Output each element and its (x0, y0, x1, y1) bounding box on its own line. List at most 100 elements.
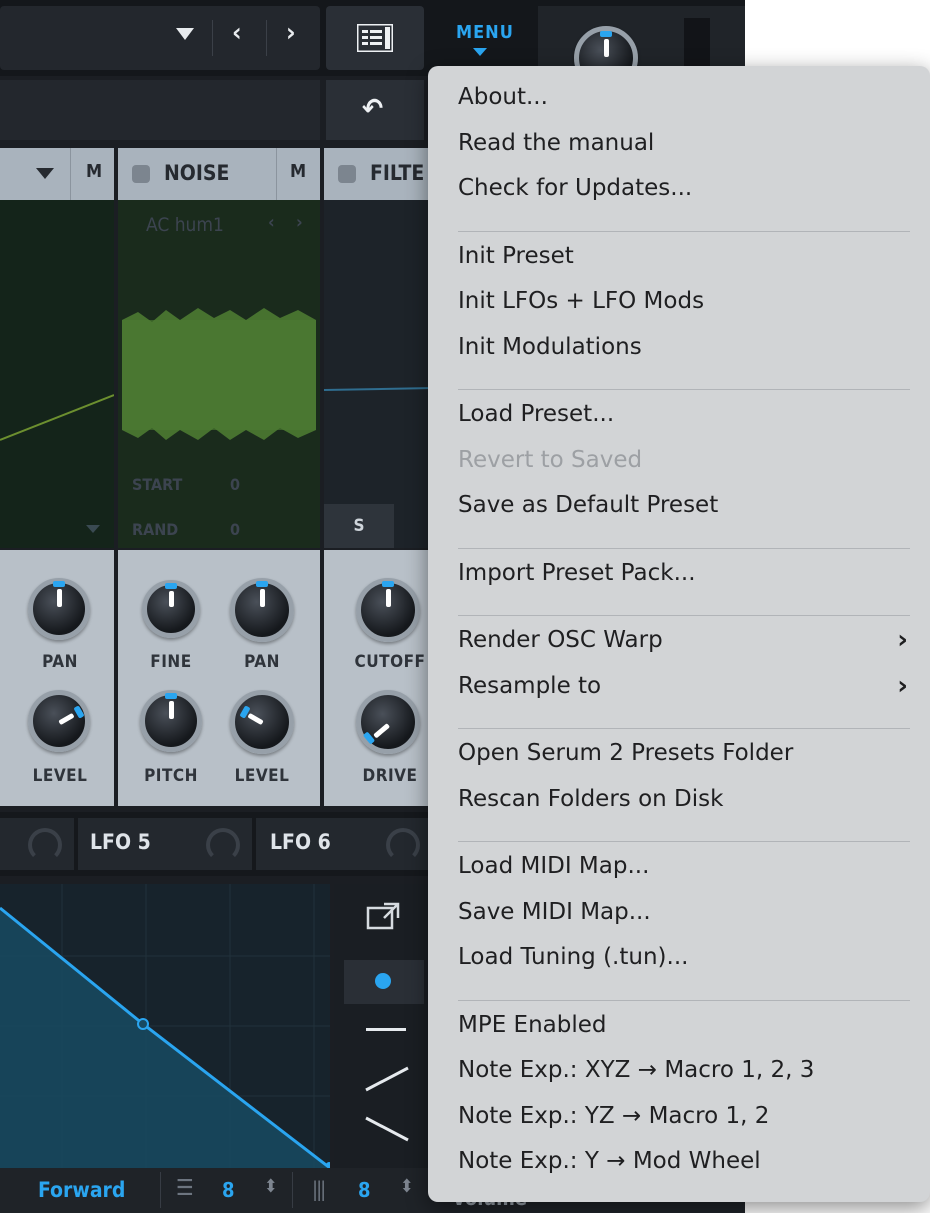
preset-browser-button[interactable] (326, 6, 424, 70)
lfo-shape-tools (334, 884, 434, 1168)
grid-x-value[interactable]: 8 (222, 1178, 235, 1202)
knob-label: DRIVE (362, 766, 418, 786)
lfo-graph-editor[interactable] (0, 884, 330, 1168)
menu-item-save-as-default-preset[interactable]: Save as Default Preset (458, 492, 718, 518)
noise-enable-checkbox[interactable] (132, 165, 150, 183)
osc-level-knob[interactable] (28, 690, 90, 752)
noise-rand-value[interactable]: 0 (230, 520, 240, 539)
menu-item-open-serum-2-presets-folder[interactable]: Open Serum 2 Presets Folder (458, 740, 793, 766)
noise-mute-button[interactable]: M (290, 161, 306, 182)
osc-mute-button[interactable]: M (86, 161, 102, 182)
filter-drive-knob[interactable] (356, 690, 420, 754)
menu-item-note-exp-y-mod-wheel[interactable]: Note Exp.: Y → Mod Wheel (458, 1148, 761, 1174)
chevron-left-icon[interactable]: ‹ (232, 18, 242, 48)
menu-separator (458, 547, 910, 549)
menu-separator (458, 841, 910, 842)
osc-pan-knob[interactable] (28, 578, 90, 640)
point-icon (375, 973, 391, 989)
undo-button[interactable]: ↶ (326, 80, 424, 140)
menu-item-init-preset[interactable]: Init Preset (458, 243, 574, 269)
lfo-mode-selector[interactable]: Forward (38, 1178, 125, 1202)
grid-x-stepper[interactable]: ⬍ (264, 1176, 278, 1197)
menu-item-note-exp-xyz-macro-1-2-3[interactable]: Note Exp.: XYZ → Macro 1, 2, 3 (458, 1057, 814, 1083)
noise-start-label: START (132, 475, 183, 494)
menu-item-init-modulations[interactable]: Init Modulations (458, 334, 642, 360)
point-tool-button[interactable] (344, 960, 424, 1004)
menu-separator (458, 728, 910, 729)
menu-item-render-osc-warp[interactable]: Render OSC Warp (458, 627, 663, 653)
popout-icon[interactable] (366, 902, 400, 932)
menu-item-mpe-enabled[interactable]: MPE Enabled (458, 1012, 607, 1038)
osc-wavetable-display[interactable] (0, 200, 114, 548)
filter-display[interactable]: S (324, 200, 434, 548)
grid-y-stepper[interactable]: ⬍ (400, 1176, 414, 1197)
noise-header: NOISE M (118, 148, 320, 200)
menu-item-resample-to[interactable]: Resample to (458, 673, 601, 699)
submenu-chevron-icon: › (897, 670, 908, 701)
knob-label: CUTOFF (354, 652, 426, 672)
preset-bar[interactable]: ‹ › (0, 6, 320, 70)
lfo-rate-icon (206, 828, 240, 862)
submenu-chevron-icon: › (897, 625, 908, 655)
menu-item-init-lfos-lfo-mods[interactable]: Init LFOs + LFO Mods (458, 288, 704, 314)
menu-separator (458, 615, 910, 616)
lfo-curve (0, 884, 330, 1168)
menu-item-load-midi-map[interactable]: Load MIDI Map... (458, 853, 649, 879)
chevron-left-icon[interactable]: ‹ (268, 212, 275, 233)
knob-label: FINE (150, 652, 192, 672)
noise-pitch-knob[interactable] (140, 690, 202, 752)
menu-item-about[interactable]: About... (458, 84, 548, 110)
filter-knob-panel: CUTOFF DRIVE (324, 550, 434, 806)
knob-label: PAN (42, 652, 78, 672)
main-menu-dropdown: About... Read the manual Check for Updates… (428, 66, 930, 1202)
filter-title: FILTE (370, 161, 425, 185)
noise-sample-name[interactable]: AC hum1 (146, 214, 224, 236)
menu-caret-icon (473, 48, 487, 56)
noise-rand-label: RAND (132, 520, 179, 539)
filter-cutoff-knob[interactable] (356, 578, 420, 642)
osc-header: M (0, 148, 114, 200)
grid-y-value[interactable]: 8 (358, 1178, 371, 1202)
lfo-tab-prev[interactable] (0, 818, 74, 870)
ramp-up-icon[interactable] (364, 1066, 410, 1092)
noise-waveform (122, 308, 316, 440)
grid-x-icon: ☰ (176, 1176, 194, 1201)
lfo-rate-icon (28, 828, 62, 862)
menu-item-note-exp-yz-macro-1-2[interactable]: Note Exp.: YZ → Macro 1, 2 (458, 1103, 769, 1129)
divider (212, 20, 213, 56)
info-bar (0, 80, 320, 140)
menu-item-read-the-manual[interactable]: Read the manual (458, 130, 654, 156)
chevron-right-icon[interactable]: › (296, 212, 303, 233)
lfo-tab[interactable]: LFO 5 (78, 818, 252, 870)
noise-fine-knob[interactable] (142, 580, 200, 638)
filter-header: FILTE (324, 148, 434, 200)
triangle-down-icon[interactable] (36, 168, 54, 179)
noise-display[interactable]: AC hum1 ‹ › START 0 RAND 0 (118, 200, 320, 548)
menu-item-check-for-updates[interactable]: Check for Updates... (458, 175, 692, 201)
menu-button[interactable]: MENU (430, 6, 534, 70)
lfo-tab[interactable]: LFO 6 (256, 818, 434, 870)
filter-enable-checkbox[interactable] (338, 165, 356, 183)
undo-icon: ↶ (362, 92, 384, 125)
noise-pan-knob[interactable] (230, 578, 294, 642)
lfo-tab-label: LFO 6 (270, 830, 331, 854)
divider (292, 1172, 293, 1208)
menu-item-import-preset-pack[interactable]: Import Preset Pack... (458, 560, 696, 586)
noise-knob-panel: FINE PAN PITCH LEVEL (118, 550, 320, 806)
noise-start-value[interactable]: 0 (230, 475, 240, 494)
ramp-down-icon[interactable] (364, 1116, 410, 1142)
knob-label: LEVEL (234, 766, 290, 786)
flat-shape-icon[interactable] (366, 1028, 406, 1031)
osc-knob-panel: PAN LEVEL (0, 550, 114, 806)
chevron-right-icon[interactable]: › (286, 18, 296, 48)
filter-s-button[interactable]: S (324, 504, 394, 548)
menu-item-load-preset[interactable]: Load Preset... (458, 401, 614, 427)
menu-separator (458, 230, 910, 232)
menu-item-load-tuning-tun[interactable]: Load Tuning (.tun)... (458, 944, 688, 970)
knob-label: PITCH (144, 766, 198, 786)
menu-item-rescan-folders-on-disk[interactable]: Rescan Folders on Disk (458, 786, 723, 812)
menu-item-save-midi-map[interactable]: Save MIDI Map... (458, 899, 651, 925)
grid-y-icon: ||| (312, 1177, 326, 1201)
triangle-down-icon[interactable] (176, 28, 194, 40)
noise-level-knob[interactable] (230, 690, 294, 754)
